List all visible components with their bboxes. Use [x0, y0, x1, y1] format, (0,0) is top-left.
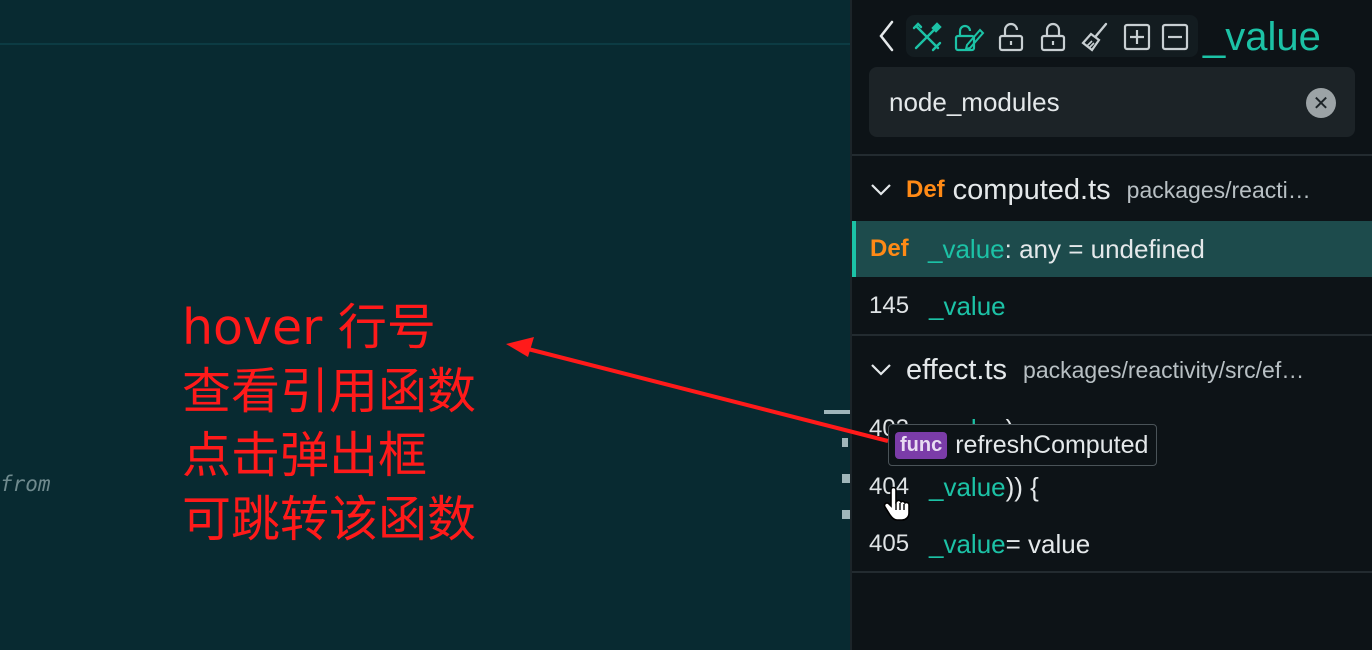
search-input[interactable] — [869, 67, 1289, 137]
def-badge: Def — [870, 235, 909, 262]
tools-button[interactable] — [910, 20, 944, 54]
tools-icon — [912, 22, 942, 52]
lock-icon — [1040, 22, 1066, 52]
search-box: ✕ — [869, 67, 1355, 137]
collapse-all-button[interactable] — [1158, 20, 1192, 54]
references-panel: _value ✕ Def computed.ts packages/reacti… — [850, 0, 1372, 650]
file-name: computed.ts — [952, 173, 1111, 206]
divider — [852, 571, 1372, 573]
collapse-all-icon — [1161, 23, 1189, 51]
file-name: effect.ts — [906, 353, 1008, 386]
chevron-down-icon — [870, 179, 892, 201]
reference-row[interactable]: 145 _value — [852, 278, 1372, 334]
back-button[interactable] — [874, 18, 900, 54]
reference-row[interactable]: 405 _value = value — [852, 516, 1372, 572]
unlock-icon — [998, 22, 1024, 52]
func-badge: func — [895, 431, 948, 459]
line-number[interactable]: 145 — [852, 292, 929, 320]
annotation-line: hover 行号 — [182, 299, 436, 356]
def-badge: Def — [906, 176, 945, 203]
identifier: _value — [929, 471, 1006, 502]
code-text: )) { — [1005, 471, 1039, 502]
annotation-line: 可跳转该函数 — [182, 491, 477, 548]
symbol-title: _value — [1203, 15, 1321, 59]
line-number[interactable]: 405 — [852, 530, 929, 558]
panel-toolbar: _value — [852, 14, 1372, 60]
code-text: : any = undefined — [1004, 233, 1205, 264]
reference-row[interactable]: Def _value : any = undefined — [852, 221, 1372, 277]
gutter-marker — [824, 410, 850, 414]
divider — [852, 154, 1372, 156]
hover-popup[interactable]: func refreshComputed — [888, 424, 1158, 466]
divider — [852, 334, 1372, 336]
chevron-left-icon — [879, 20, 894, 52]
tool-group — [906, 15, 1198, 57]
edit-lock-button[interactable] — [952, 20, 986, 54]
annotation-line: 查看引用函数 — [182, 363, 477, 420]
gutter-marker — [842, 510, 850, 519]
identifier: _value — [928, 233, 1005, 264]
file-path: packages/reactivity/src/ef… — [1023, 356, 1305, 383]
close-icon: ✕ — [1312, 92, 1330, 115]
clear-button[interactable] — [1078, 20, 1112, 54]
group-header-computed[interactable]: Def computed.ts packages/reacti… — [852, 160, 1372, 220]
annotation-text: hover 行号 查看引用函数 点击弹出框 可跳转该函数 — [182, 296, 476, 552]
lock-button[interactable] — [1036, 20, 1070, 54]
gutter-marker — [842, 438, 848, 447]
edit-lock-icon — [954, 24, 985, 52]
broom-icon — [1081, 22, 1108, 52]
editor-tab-bar — [0, 0, 850, 45]
file-path: packages/reacti… — [1126, 176, 1311, 203]
hand-cursor-icon — [883, 486, 910, 521]
gutter-marker — [842, 474, 850, 483]
reference-row[interactable]: 404 _value )) { — [852, 459, 1372, 515]
clear-search-button[interactable]: ✕ — [1306, 88, 1336, 118]
annotation-line: 点击弹出框 — [182, 427, 428, 484]
expand-all-icon — [1123, 23, 1151, 51]
identifier: _value — [929, 528, 1006, 559]
identifier: _value — [929, 290, 1006, 321]
unlock-button[interactable] — [994, 20, 1028, 54]
code-fragment: from — [0, 472, 51, 496]
group-header-effect[interactable]: effect.ts packages/reactivity/src/ef… — [852, 340, 1372, 400]
expand-all-button[interactable] — [1120, 20, 1154, 54]
function-name[interactable]: refreshComputed — [955, 431, 1148, 460]
code-text: = value — [1005, 528, 1091, 559]
chevron-down-icon — [870, 359, 892, 381]
